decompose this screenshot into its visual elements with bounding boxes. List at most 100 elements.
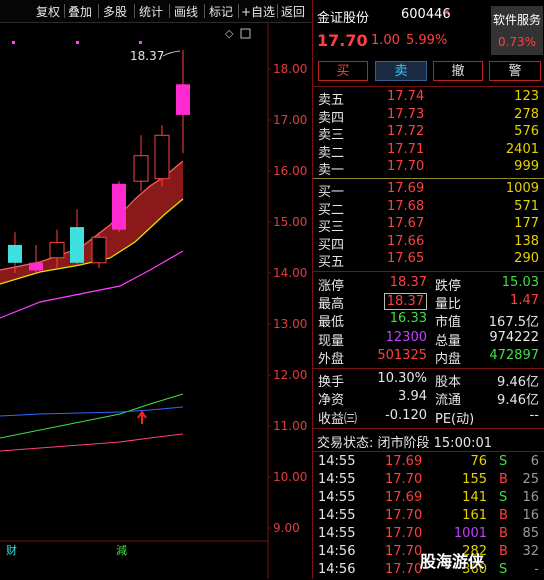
orderbook-volume: 999 — [514, 159, 539, 175]
signal-dot — [139, 41, 142, 44]
tick-price: 17.70 — [385, 562, 423, 577]
last-price: 17.70 — [317, 31, 368, 50]
y-ticks: 18.00 17.00 16.00 15.00 14.00 13.00 12.00 11.00… — [268, 62, 307, 535]
y-tick-label: 13.00 — [273, 317, 307, 331]
stat-label: 总量 — [435, 334, 462, 349]
orderbook-row[interactable]: 买三 17.67 177 — [313, 216, 544, 235]
stats-row: 换手 10.30% 股本 9.46亿 — [313, 371, 544, 390]
tick-time: 14:55 — [318, 526, 356, 541]
stat-value: 167.5亿 — [488, 315, 539, 330]
orderbook-volume: 576 — [514, 124, 539, 140]
orderbook-row[interactable]: 买五 17.65 290 — [313, 251, 544, 270]
orderbook-volume: 138 — [514, 233, 539, 249]
candle-body — [8, 244, 22, 263]
price-change-pct: 5.99% — [406, 33, 448, 48]
candle-body — [112, 183, 126, 230]
tick-count: 32 — [522, 544, 539, 559]
toolbar-divider — [238, 4, 239, 18]
cancel-order-button[interactable]: 撤 — [433, 61, 483, 81]
stat-value: 15.03 — [501, 275, 539, 290]
toolbar-divider — [277, 4, 278, 18]
indicator-green-line — [0, 393, 184, 439]
tick-count: - — [534, 562, 539, 577]
toolbar-statistics[interactable]: 统计 — [139, 3, 163, 20]
event-marker-reduce[interactable]: 減 — [116, 543, 127, 557]
candle-body — [29, 262, 43, 271]
stat-value: 10.30% — [377, 371, 427, 386]
tick-side: B — [499, 526, 508, 541]
candle-body — [154, 134, 170, 180]
y-tick-label: 14.00 — [273, 266, 307, 280]
orderbook-row[interactable]: 买四 17.66 138 — [313, 233, 544, 253]
candles-group — [8, 50, 190, 273]
orderbook-volume: 290 — [514, 251, 539, 267]
candle-body — [70, 227, 84, 263]
toolbar-back[interactable]: 返回 — [281, 3, 305, 20]
stat-label: 最高 — [318, 297, 345, 312]
diamond-icon[interactable]: ◇ — [225, 27, 234, 40]
stat-label: 市值 — [435, 315, 462, 330]
orderbook-row[interactable]: 买二 17.68 571 — [313, 199, 544, 218]
toolbar-draw-line[interactable]: 画线 — [174, 3, 198, 20]
orderbook-row[interactable]: 买一 17.69 1009 — [313, 181, 544, 200]
toolbar-add-watchlist[interactable]: +自选 — [241, 3, 275, 20]
tick-volume: 141 — [462, 490, 487, 505]
orderbook-row[interactable]: 卖四 17.73 278 — [313, 106, 544, 126]
orderbook-price: 17.74 — [387, 89, 425, 104]
tick-count: 16 — [522, 490, 539, 505]
tick-time: 14:55 — [318, 490, 356, 505]
toolbar-restore-rights[interactable]: 复权 — [36, 3, 60, 20]
toolbar-divider — [204, 4, 205, 18]
indicator-pink-line — [0, 433, 184, 452]
toolbar-divider — [169, 4, 170, 18]
orderbook-level-label: 买四 — [318, 237, 345, 253]
candle-body — [133, 155, 149, 182]
tick-price: 17.69 — [385, 454, 423, 469]
window-box-icon[interactable] — [240, 28, 251, 39]
kline-chart[interactable]: 18.37 18.00 17.00 16.00 15.00 14.00 13.00 12.0… — [0, 23, 312, 579]
trade-state: 交易状态: 闭市阶段 15:00:01 — [317, 436, 493, 451]
stat-label: 涨停 — [318, 279, 345, 294]
toolbar-overlay[interactable]: 叠加 — [68, 3, 92, 20]
stat-value: 18.37 — [389, 275, 427, 290]
sector-name: 软件服务 — [492, 13, 541, 27]
tick-volume: 155 — [462, 472, 487, 487]
buy-button[interactable]: 买 — [318, 61, 368, 81]
sector-box[interactable]: 软件服务 0.73% — [491, 6, 543, 55]
stat-label: 换手 — [318, 375, 345, 390]
orderbook-level-label: 卖四 — [318, 110, 345, 126]
stat-label: 股本 — [435, 375, 462, 390]
orderbook-row[interactable]: 卖三 17.72 576 — [313, 124, 544, 143]
tick-time: 14:55 — [318, 508, 356, 523]
indicator-blue-line — [0, 406, 184, 417]
stat-value: 974222 — [489, 330, 539, 345]
candle-body — [91, 236, 107, 264]
orderbook-price: 17.73 — [387, 106, 425, 122]
orderbook-price: 17.65 — [387, 251, 425, 267]
orderbook-row[interactable]: 卖二 17.71 2401 — [313, 142, 544, 161]
stat-value: 18.37 — [383, 293, 427, 310]
event-marker-finance[interactable]: 财 — [6, 543, 17, 557]
orderbook-volume: 278 — [514, 106, 539, 122]
tick-row: 14:55 17.69 76 S 6 — [313, 454, 544, 472]
tick-count: 16 — [522, 508, 539, 523]
high-price-label: 18.37 — [130, 49, 164, 63]
divider — [313, 428, 544, 429]
stats-row: 现量 12300 总量 974222 — [313, 330, 544, 349]
stat-value: 9.46亿 — [497, 375, 539, 390]
tick-row: 14:55 17.70 161 B 16 — [313, 508, 544, 526]
stat-value: 9.46亿 — [497, 393, 539, 408]
orderbook-row[interactable]: 卖五 17.74 123 — [313, 89, 544, 108]
toolbar-mark[interactable]: 标记 — [209, 3, 233, 20]
orderbook-row[interactable]: 卖一 17.70 999 — [313, 159, 544, 178]
orderbook-level-label: 买二 — [318, 202, 345, 218]
sell-button[interactable]: 卖 — [375, 61, 427, 81]
tick-volume: 161 — [462, 508, 487, 523]
stats-row: 净资 3.94 流通 9.46亿 — [313, 389, 544, 408]
toolbar-divider — [64, 4, 65, 18]
stock-name: 金证股份 — [317, 11, 370, 26]
orderbook-volume: 123 — [514, 89, 539, 104]
alert-button[interactable]: 警 — [489, 61, 541, 81]
candle-body — [49, 241, 65, 259]
toolbar-multi-stock[interactable]: 多股 — [103, 3, 127, 20]
